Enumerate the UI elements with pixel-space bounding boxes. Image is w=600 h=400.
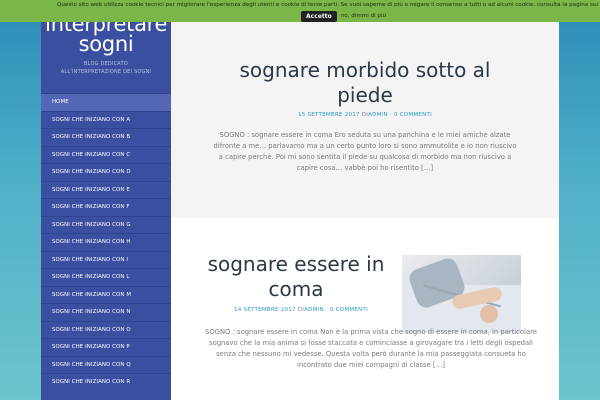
main-content: sognare morbido sotto al piede 15 SETTEM… [171, 0, 559, 400]
post-author[interactable]: ADMIN [368, 112, 388, 118]
cookie-more-link[interactable]: no, dimmi di più [341, 13, 386, 20]
post-date[interactable]: 15 SETTEMBRE 2017 [298, 112, 360, 118]
nav-item-b[interactable]: SOGNI CHE INIZIANO CON B [41, 128, 171, 146]
post-title[interactable]: sognare morbido sotto al piede [211, 58, 519, 108]
nav-item-r[interactable]: SOGNI CHE INIZIANO CON R [41, 373, 171, 391]
post-thumbnail[interactable] [402, 255, 521, 333]
nav-item-c[interactable]: SOGNI CHE INIZIANO CON C [41, 145, 171, 164]
post-title[interactable]: sognare essere in coma [201, 252, 391, 302]
post-excerpt: SOGNO : sognare essere in coma Ero sedut… [213, 131, 517, 172]
cookie-banner: Questo sito web utilizza cookie tecnici … [0, 0, 600, 22]
post-meta: 14 SETTEMBRE 2017 DIADMIN · 0 COMMENTI [201, 307, 401, 313]
nav-item-d[interactable]: SOGNI CHE INIZIANO CON D [41, 163, 171, 181]
nav-item-p[interactable]: SOGNI CHE INIZIANO CON P [41, 338, 171, 356]
post-comments-link[interactable]: 0 COMMENTI [330, 307, 368, 313]
nav-item-e[interactable]: SOGNI CHE INIZIANO CON E [41, 180, 171, 199]
main-nav: HOME SOGNI CHE INIZIANO CON A SOGNI CHE … [41, 93, 171, 391]
sidebar: Interpretare sogni BLOG DEDICATO ALL'INT… [41, 0, 171, 400]
nav-item-home[interactable]: HOME [41, 93, 171, 111]
post-excerpt: SOGNO : sognare essere in coma Non è la … [205, 328, 537, 369]
nav-item-n[interactable]: SOGNI CHE INIZIANO CON N [41, 303, 171, 321]
nav-item-q[interactable]: SOGNI CHE INIZIANO CON Q [41, 355, 171, 374]
meta-separator: · [389, 112, 392, 118]
post-comments-link[interactable]: 0 COMMENTI [394, 112, 432, 118]
post-author[interactable]: ADMIN [304, 307, 324, 313]
post-meta: 15 SETTEMBRE 2017 DIADMIN · 0 COMMENTI [171, 112, 559, 118]
nav-item-i[interactable]: SOGNI CHE INIZIANO CON I [41, 250, 171, 269]
cookie-message: Questo sito web utilizza cookie tecnici … [57, 2, 600, 8]
nav-item-g[interactable]: SOGNI CHE INIZIANO CON G [41, 215, 171, 234]
site-description: BLOG DEDICATO ALL'INTERPRETAZIONE DEI SO… [60, 61, 152, 75]
nav-item-f[interactable]: SOGNI CHE INIZIANO CON F [41, 198, 171, 216]
nav-item-o[interactable]: SOGNI CHE INIZIANO CON O [41, 320, 171, 339]
meta-separator: · [325, 307, 328, 313]
accept-cookies-button[interactable]: Accetto [301, 11, 337, 22]
post-date[interactable]: 14 SETTEMBRE 2017 [234, 307, 296, 313]
nav-item-m[interactable]: SOGNI CHE INIZIANO CON M [41, 285, 171, 304]
nav-item-a[interactable]: SOGNI CHE INIZIANO CON A [41, 110, 171, 129]
nav-item-l[interactable]: SOGNI CHE INIZIANO CON L [41, 268, 171, 286]
nav-item-h[interactable]: SOGNI CHE INIZIANO CON H [41, 233, 171, 251]
post-card: sognare morbido sotto al piede 15 SETTEM… [171, 0, 559, 218]
